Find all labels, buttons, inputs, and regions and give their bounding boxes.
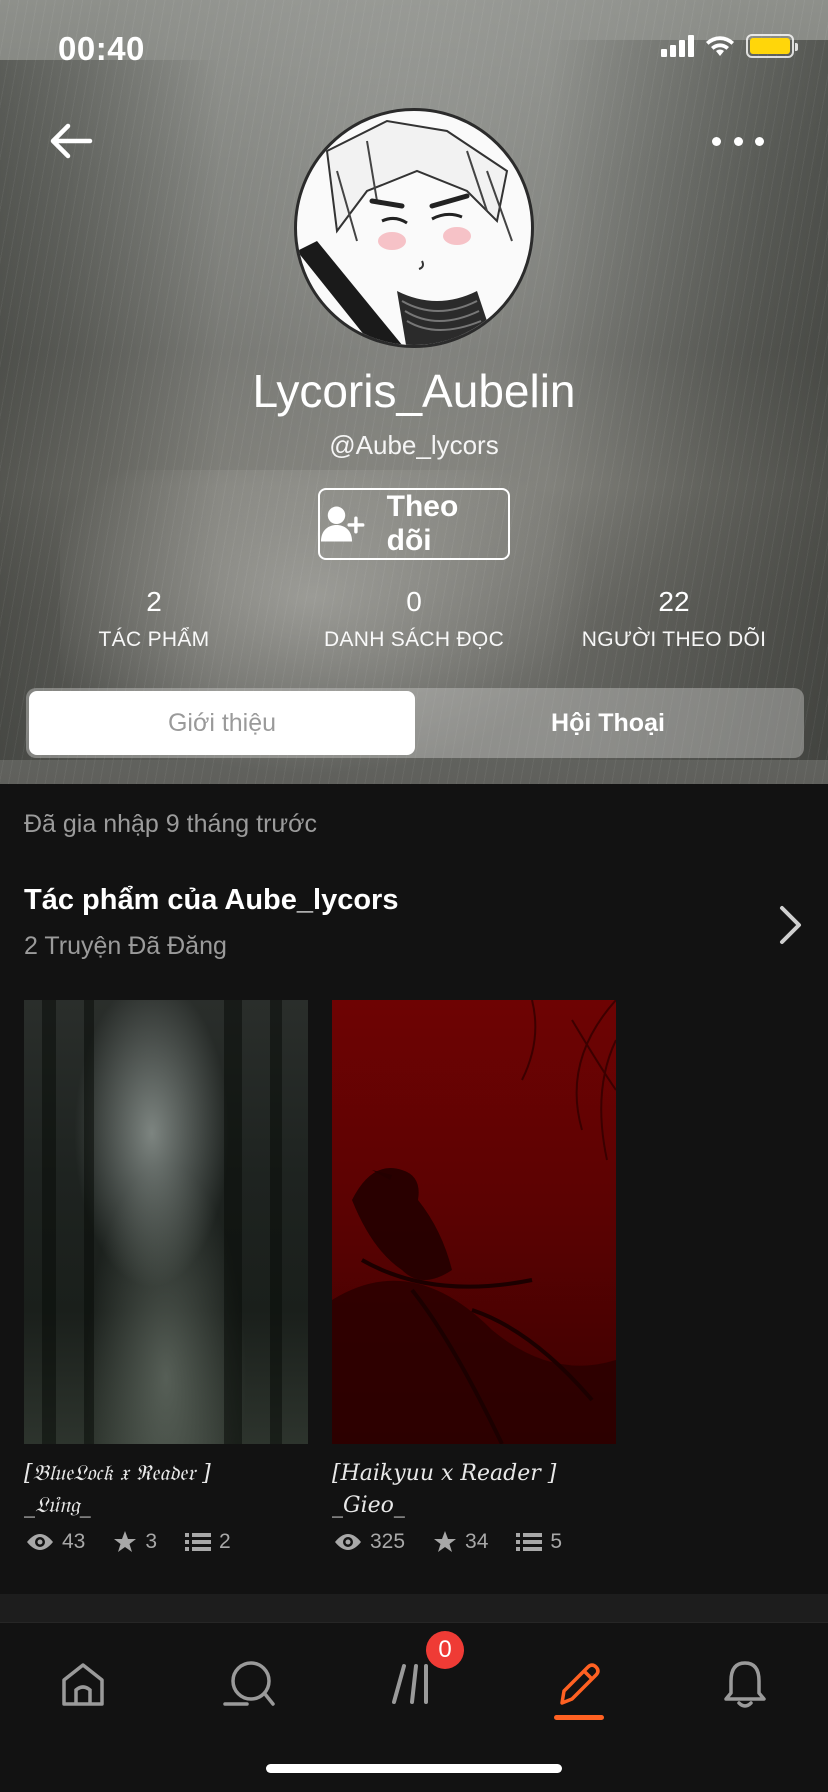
stat-reading-lists-count: 0 [406,586,422,617]
section-divider [0,1594,828,1622]
list-icon [185,1533,212,1551]
add-user-icon [320,506,365,542]
story-title-line1: [𝔅𝔩𝔲𝔢𝔏𝔬𝔠𝔨 𝔵 ℜ𝔢𝔞𝔡𝔢𝔯 ] [24,1461,211,1486]
signal-icon [661,35,694,57]
stat-followers-label: NGƯỜI THEO DÕI [581,628,767,651]
story-card[interactable]: [𝔅𝔩𝔲𝔢𝔏𝔬𝔠𝔨 𝔵 ℜ𝔢𝔞𝔡𝔢𝔯 ] _𝔏𝔲̉𝔫𝔤_ 43 3 2 [24,1000,308,1553]
story-cover[interactable] [24,1000,308,1444]
nav-home[interactable] [48,1649,118,1719]
tab-about[interactable]: Giới thiệu [29,691,415,755]
more-options-icon[interactable] [712,126,764,156]
battery-icon [746,34,798,58]
stat-followers-count: 22 [658,586,690,617]
stat-works-count: 2 [146,586,162,617]
follow-button[interactable]: Theo dõi [318,488,510,560]
wifi-icon [706,36,734,56]
display-name: Lycoris_Aubelin [252,365,576,417]
home-icon [62,1663,104,1706]
nav-search[interactable] [214,1649,284,1719]
star-icon [114,1531,137,1552]
story-cover[interactable] [332,1000,616,1444]
stat-reading-lists-label: DANH SÁCH ĐỌC [323,628,505,651]
list-icon [516,1533,543,1551]
status-time: 00:40 [58,30,145,67]
joined-date: Đã gia nhập 9 tháng trước [24,810,318,838]
avatar [294,108,534,348]
story-votes: 3 [145,1530,158,1553]
story-title[interactable]: [𝔅𝔩𝔲𝔢𝔏𝔬𝔠𝔨 𝔵 ℜ𝔢𝔞𝔡𝔢𝔯 ] _𝔏𝔲̉𝔫𝔤_ [24,1458,308,1522]
story-card[interactable]: [Haikyuu x Reader ] _Gieo_ 325 34 5 [332,1000,616,1553]
nav-write[interactable] [544,1649,614,1719]
story-meta: 325 34 5 [334,1530,576,1554]
story-title-line1: [Haikyuu x Reader ] _Gieo_ [332,1461,557,1518]
story-meta: 43 3 2 [26,1530,245,1554]
username-handle: @Aube_lycors [329,430,499,460]
star-icon [434,1531,457,1552]
eye-icon [335,1534,361,1550]
nav-active-indicator [554,1715,604,1720]
status-icons [661,34,798,58]
home-indicator[interactable] [266,1764,562,1773]
story-title[interactable]: [Haikyuu x Reader ] _Gieo_ [332,1458,616,1522]
story-parts: 5 [550,1530,563,1553]
stat-works[interactable]: 2 TÁC PHẨM [24,586,284,652]
notifications-icon [724,1661,766,1708]
story-parts: 2 [219,1530,231,1553]
search-icon [223,1661,275,1706]
story-reads: 325 [370,1530,406,1553]
follow-label: Theo dõi [386,490,459,557]
works-section-title[interactable]: Tác phẩm của Aube_lycors [24,884,398,917]
story-reads: 43 [62,1530,86,1553]
back-arrow-icon[interactable] [46,116,96,166]
eye-icon [27,1534,53,1550]
write-icon [560,1663,600,1705]
library-icon [392,1664,428,1704]
stat-works-label: TÁC PHẨM [98,628,210,651]
nav-notifications[interactable] [710,1649,780,1719]
library-badge: 0 [426,1631,464,1669]
chevron-right-icon[interactable] [774,902,806,948]
story-votes: 34 [465,1530,489,1553]
works-count: 2 Truyện Đã Đăng [24,932,227,960]
stat-followers[interactable]: 22 NGƯỜI THEO DÕI [544,586,804,652]
stat-reading-lists[interactable]: 0 DANH SÁCH ĐỌC [284,586,544,652]
story-title-line2: _𝔏𝔲̉𝔫𝔤_ [24,1493,91,1518]
tab-conversations[interactable]: Hội Thoại [415,691,801,755]
profile-tabs: Giới thiệu Hội Thoại [26,688,804,758]
